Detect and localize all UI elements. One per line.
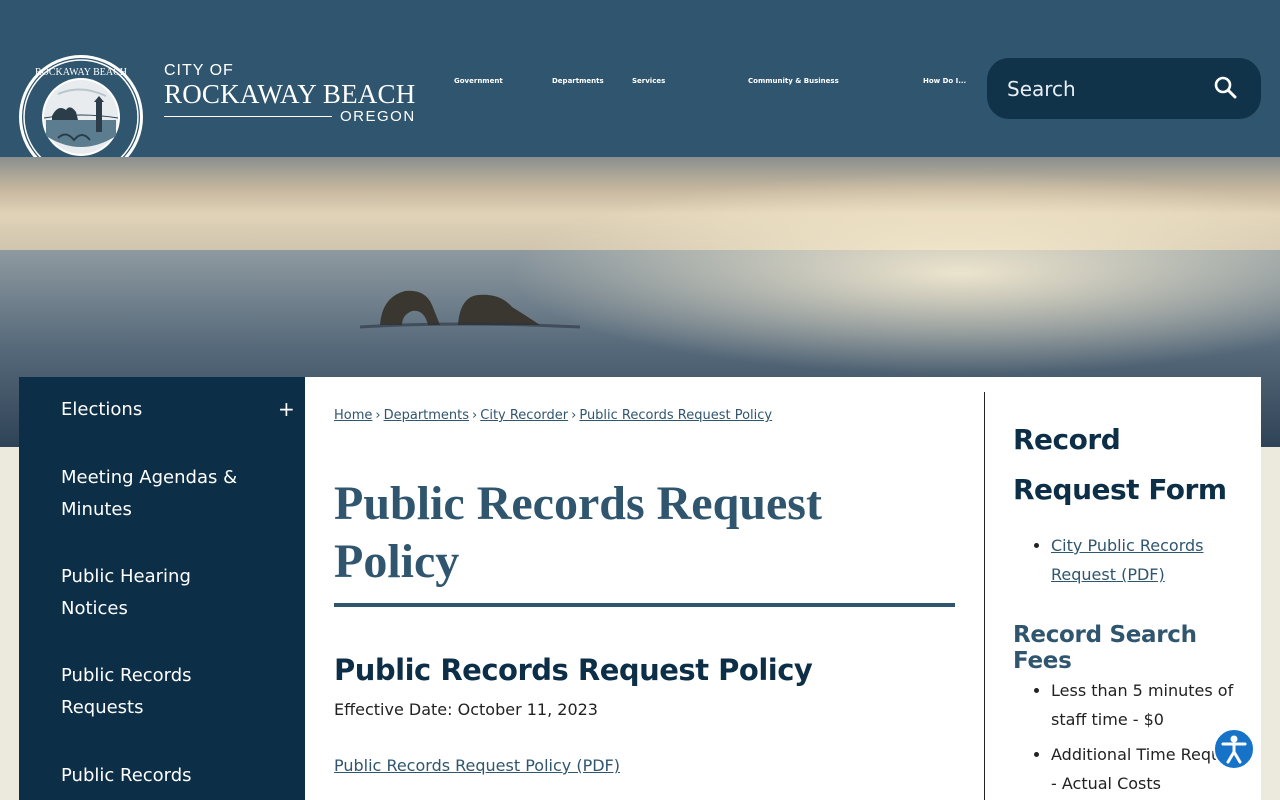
search-box [987, 58, 1261, 119]
site-brand[interactable]: CITY OF ROCKAWAY BEACH OREGON [164, 62, 424, 125]
title-divider [334, 603, 955, 607]
section-heading: Public Records Request Policy [334, 653, 813, 687]
sidebar-item-public-records[interactable]: Public Records [61, 760, 261, 792]
record-search-fees-heading: Record Search Fees [1013, 622, 1197, 674]
page-title: Public Records Request Policy [334, 477, 822, 588]
nav-departments[interactable]: Departments [552, 77, 604, 85]
brand-state-row: OREGON [164, 108, 424, 125]
accessibility-button[interactable] [1213, 728, 1255, 770]
nav-services[interactable]: Services [632, 77, 665, 85]
section-sidebar: Elections + Meeting Agendas & Minutes Pu… [19, 377, 305, 800]
nav-how-do-i[interactable]: How Do I... [923, 77, 966, 85]
breadcrumb-current-page[interactable]: Public Records Request Policy [579, 408, 772, 423]
search-icon[interactable] [1213, 75, 1237, 99]
brand-city-of: CITY OF [164, 62, 234, 79]
sidebar-item-meeting-agendas[interactable]: Meeting Agendas & Minutes [61, 462, 261, 526]
search-input[interactable] [1005, 76, 1209, 102]
plus-icon[interactable]: + [278, 397, 295, 421]
policy-pdf-link[interactable]: Public Records Request Policy (PDF) [334, 756, 620, 775]
main-content: Home › Departments › City Recorder › Public Re… [305, 377, 1261, 800]
column-divider [984, 392, 985, 800]
breadcrumb: Home › Departments › City Recorder › Public Re… [334, 408, 773, 423]
brand-rule [164, 115, 332, 118]
sidebar-item-public-hearing-notices[interactable]: Public Hearing Notices [61, 561, 261, 625]
nav-community-business[interactable]: Community & Business [748, 77, 839, 85]
effective-date: Effective Date: October 11, 2023 [334, 700, 598, 719]
breadcrumb-departments[interactable]: Departments [384, 408, 469, 423]
brand-state: OREGON [340, 108, 416, 125]
form-links-list: City Public Records Request (PDF) [1013, 531, 1253, 589]
sidebar-item-elections[interactable]: Elections [61, 394, 261, 426]
fee-item: Less than 5 minutes of staff time - $0 [1013, 676, 1253, 734]
nav-government[interactable]: Government [454, 77, 503, 85]
brand-name: ROCKAWAY BEACH [164, 79, 416, 109]
site-header: ROCKAWAY BEACH OREGON CITY OF ROCKAWAY B… [0, 0, 1280, 179]
breadcrumb-home[interactable]: Home [334, 408, 372, 423]
breadcrumb-city-recorder[interactable]: City Recorder [480, 408, 568, 423]
list-item: City Public Records Request (PDF) [1013, 531, 1253, 589]
city-public-records-request-link[interactable]: City Public Records Request (PDF) [1051, 536, 1204, 584]
accessibility-icon [1221, 735, 1247, 764]
svg-text:ROCKAWAY BEACH: ROCKAWAY BEACH [35, 67, 127, 78]
sidebar-item-public-records-requests[interactable]: Public Records Requests [61, 660, 261, 724]
record-request-form-heading: Record Request Form [1013, 423, 1227, 506]
